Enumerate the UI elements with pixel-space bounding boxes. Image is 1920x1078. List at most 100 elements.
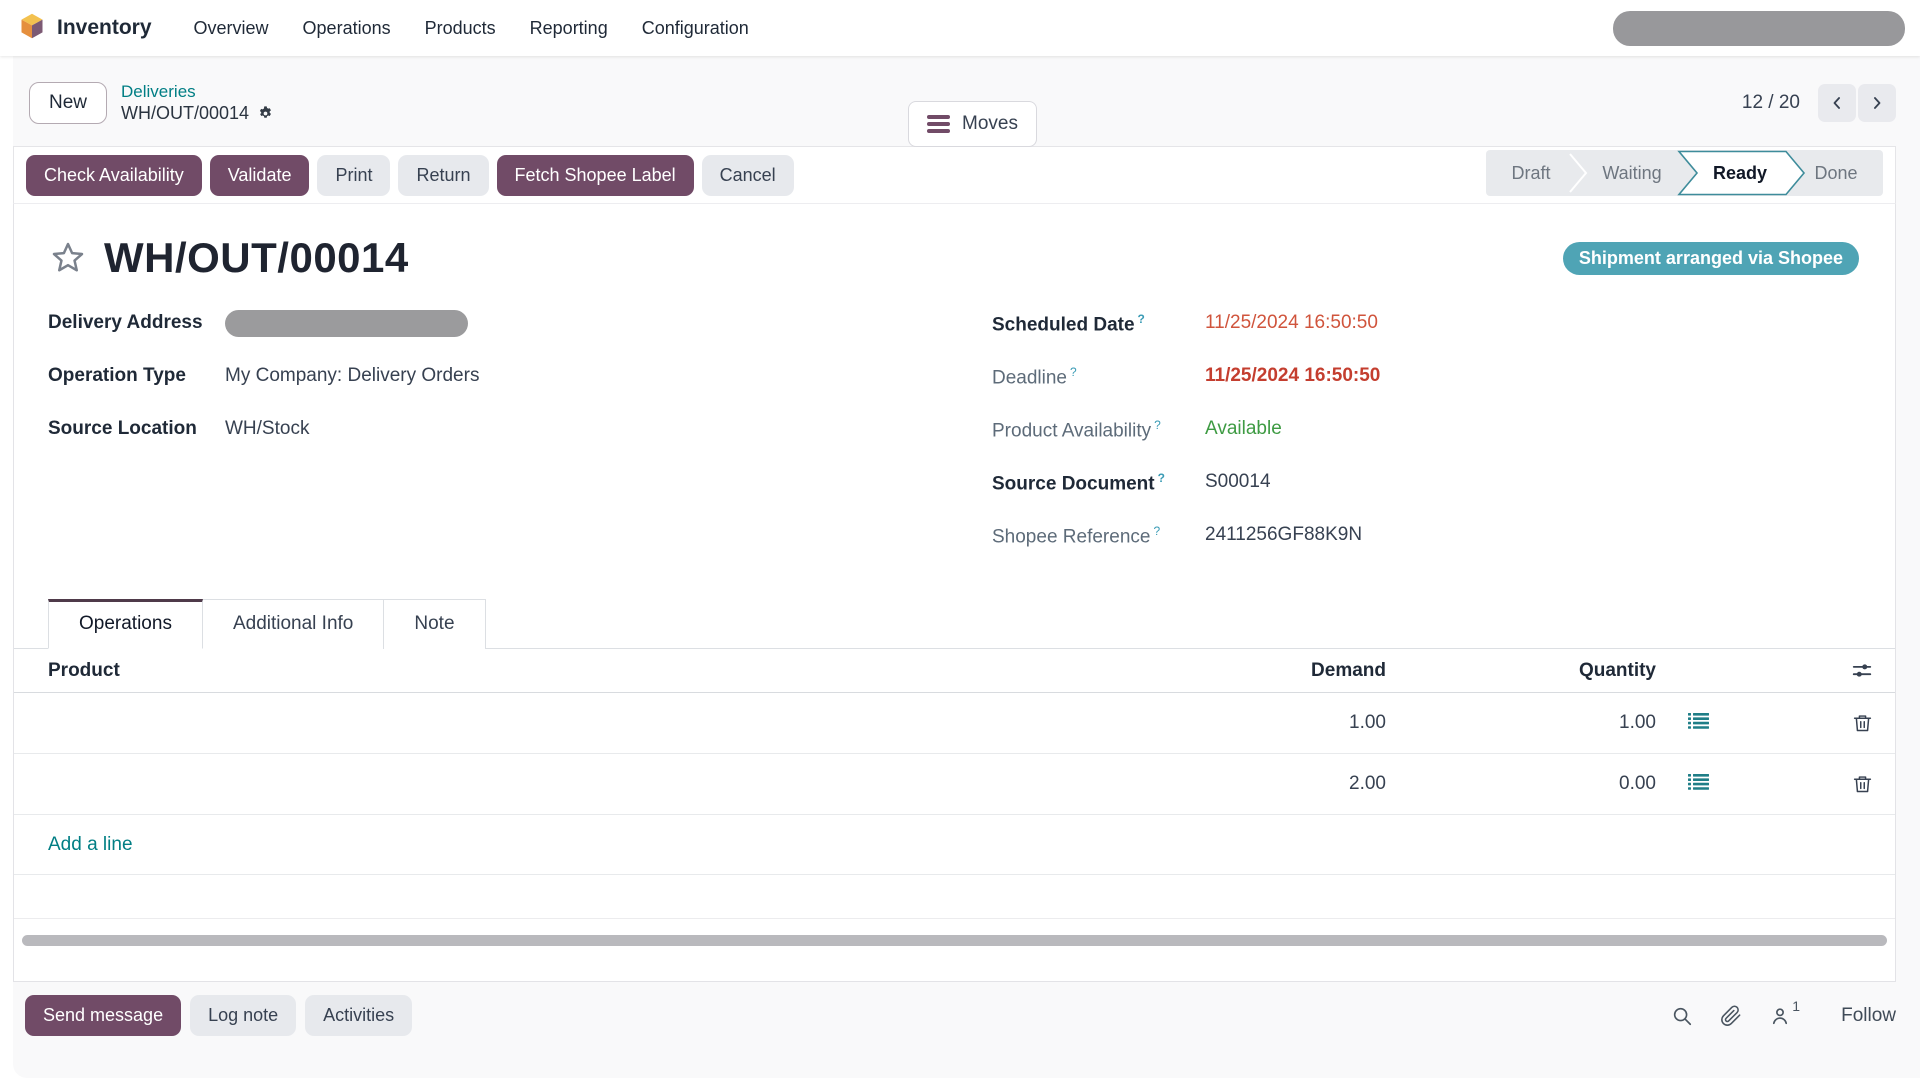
source-location-label: Source Location (48, 416, 225, 440)
step-waiting: Waiting (1602, 163, 1661, 183)
app-switcher[interactable]: Inventory (18, 12, 152, 45)
scheduled-date-value[interactable]: 11/25/2024 16:50:50 (1205, 310, 1378, 334)
step-done: Done (1814, 163, 1857, 183)
search-messages-icon[interactable] (1671, 1005, 1693, 1027)
follower-person-icon (1769, 1005, 1791, 1027)
shipment-status-badge: Shipment arranged via Shopee (1563, 242, 1859, 275)
follow-button[interactable]: Follow (1841, 1005, 1896, 1027)
help-icon: ? (1158, 471, 1165, 485)
state-stepper[interactable]: Draft Waiting Ready Done (1486, 150, 1883, 201)
tab-note[interactable]: Note (384, 599, 485, 649)
log-note-button[interactable]: Log note (190, 995, 296, 1036)
nav-item-reporting[interactable]: Reporting (516, 9, 622, 48)
optional-columns-icon[interactable] (1851, 660, 1873, 682)
table-row[interactable]: 2.00 0.00 (14, 754, 1895, 815)
gear-icon[interactable] (257, 105, 274, 122)
cancel-button[interactable]: Cancel (702, 155, 794, 196)
systray-redacted[interactable] (1613, 11, 1905, 46)
chevron-right-icon (1867, 93, 1887, 113)
field-delivery-address: Delivery Address (48, 310, 968, 337)
inventory-app-icon (18, 12, 46, 45)
source-document-label: Source Document (992, 473, 1155, 494)
delivery-address-label: Delivery Address (48, 310, 225, 334)
column-quantity[interactable]: Quantity (1390, 660, 1660, 682)
field-source-location: Source Location WH/Stock (48, 416, 968, 443)
pager-previous-button[interactable] (1818, 84, 1856, 122)
quantity-cell[interactable]: 1.00 (1390, 712, 1660, 734)
operation-type-label: Operation Type (48, 363, 225, 387)
table-row[interactable]: 1.00 1.00 (14, 693, 1895, 754)
attachments-icon[interactable] (1720, 1005, 1742, 1027)
help-icon: ? (1070, 365, 1077, 379)
breadcrumb-current: WH/OUT/00014 (121, 102, 249, 125)
help-icon: ? (1138, 312, 1145, 326)
activities-button[interactable]: Activities (305, 995, 412, 1036)
chevron-left-icon (1827, 93, 1847, 113)
delete-row-icon[interactable] (1852, 713, 1873, 734)
add-line-row: Add a line (14, 815, 1895, 875)
notebook-tabs: Operations Additional Info Note (14, 599, 1895, 649)
demand-cell[interactable]: 2.00 (1090, 773, 1390, 795)
validate-button[interactable]: Validate (210, 155, 310, 196)
nav-item-operations[interactable]: Operations (289, 9, 405, 48)
main-menu: Overview Operations Products Reporting C… (180, 9, 763, 48)
action-container: New Deliveries WH/OUT/00014 Moves 12 / 2… (13, 56, 1920, 1078)
shopee-reference-value[interactable]: 2411256GF88K9N (1205, 522, 1362, 546)
step-draft: Draft (1511, 163, 1550, 183)
chatter-toolbar: Send message Log note Activities (13, 995, 1896, 1036)
shopee-reference-label: Shopee Reference (992, 526, 1150, 547)
breadcrumb: Deliveries WH/OUT/00014 (121, 81, 274, 125)
nav-item-overview[interactable]: Overview (180, 9, 283, 48)
product-availability-value: Available (1205, 416, 1282, 440)
horizontal-scrollbar[interactable] (22, 935, 1887, 946)
delete-row-icon[interactable] (1852, 774, 1873, 795)
record-title: WH/OUT/00014 (104, 234, 409, 282)
check-availability-button[interactable]: Check Availability (26, 155, 202, 196)
nav-item-products[interactable]: Products (411, 9, 510, 48)
field-groups: Delivery Address Operation Type My Compa… (14, 282, 1895, 575)
operations-table: Product Demand Quantity (14, 649, 1895, 919)
detailed-operations-icon[interactable] (1688, 773, 1709, 791)
source-document-value[interactable]: S00014 (1205, 469, 1271, 493)
add-a-line-link[interactable]: Add a line (48, 834, 133, 856)
pager-next-button[interactable] (1858, 84, 1896, 122)
field-operation-type: Operation Type My Company: Delivery Orde… (48, 363, 968, 390)
moves-label: Moves (962, 113, 1018, 135)
column-product[interactable]: Product (14, 660, 1090, 682)
source-location-value[interactable]: WH/Stock (225, 416, 309, 440)
detailed-operations-icon[interactable] (1688, 712, 1709, 730)
empty-row (14, 875, 1895, 919)
breadcrumb-deliveries[interactable]: Deliveries (121, 81, 274, 102)
print-button[interactable]: Print (317, 155, 390, 196)
column-demand[interactable]: Demand (1090, 660, 1390, 682)
step-ready: Ready (1713, 163, 1767, 183)
nav-item-configuration[interactable]: Configuration (628, 9, 763, 48)
delivery-address-redacted[interactable] (225, 310, 468, 337)
new-button[interactable]: New (29, 82, 107, 124)
demand-cell[interactable]: 1.00 (1090, 712, 1390, 734)
operation-type-value[interactable]: My Company: Delivery Orders (225, 363, 479, 387)
field-scheduled-date: Scheduled Date? 11/25/2024 16:50:50 (992, 310, 1859, 337)
field-group-right: Scheduled Date? 11/25/2024 16:50:50 Dead… (992, 310, 1859, 575)
field-deadline: Deadline? 11/25/2024 16:50:50 (992, 363, 1859, 390)
scheduled-date-label: Scheduled Date (992, 314, 1135, 335)
deadline-value[interactable]: 11/25/2024 16:50:50 (1205, 363, 1380, 387)
top-navbar: Inventory Overview Operations Products R… (0, 0, 1920, 56)
deadline-label: Deadline (992, 367, 1067, 388)
table-header: Product Demand Quantity (14, 649, 1895, 693)
followers-button[interactable]: 1 (1769, 1005, 1800, 1027)
tab-additional-info[interactable]: Additional Info (203, 599, 384, 649)
product-availability-label: Product Availability (992, 420, 1151, 441)
field-shopee-reference: Shopee Reference? 2411256GF88K9N (992, 522, 1859, 549)
app-name: Inventory (57, 16, 152, 40)
favorite-star-icon[interactable] (48, 238, 88, 278)
send-message-button[interactable]: Send message (25, 995, 181, 1036)
help-icon: ? (1154, 418, 1161, 432)
moves-smart-button[interactable]: Moves (908, 101, 1037, 147)
return-button[interactable]: Return (398, 155, 488, 196)
pager-counter: 12 / 20 (1742, 92, 1800, 114)
quantity-cell[interactable]: 0.00 (1390, 773, 1660, 795)
fetch-shopee-label-button[interactable]: Fetch Shopee Label (497, 155, 694, 196)
follower-count: 1 (1792, 998, 1800, 1020)
tab-operations[interactable]: Operations (48, 599, 203, 649)
